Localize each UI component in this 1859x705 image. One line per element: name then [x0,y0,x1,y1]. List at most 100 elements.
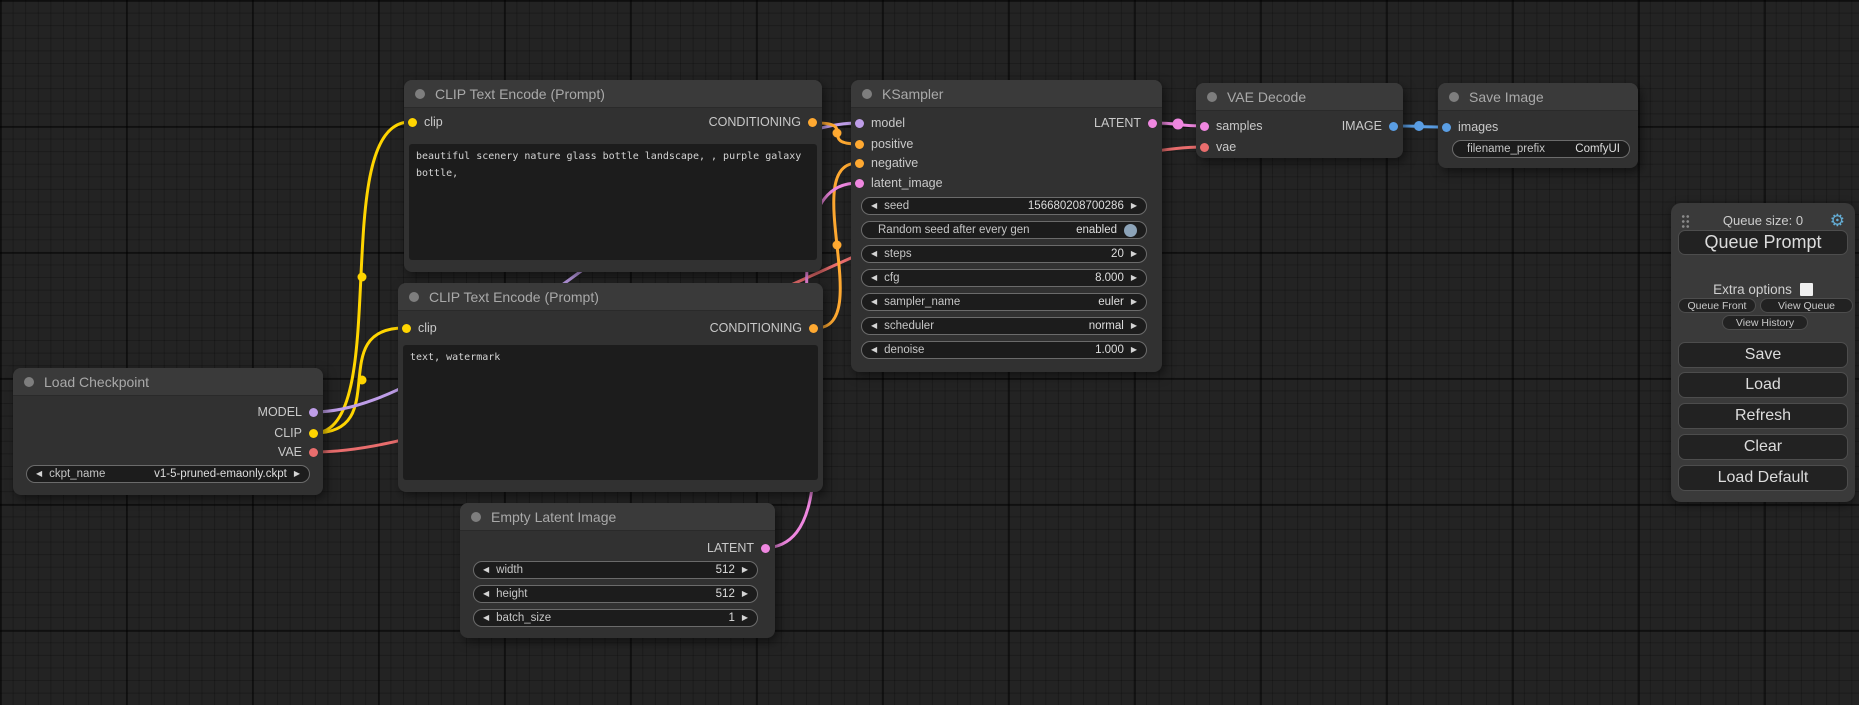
clip-slot-dot-icon[interactable] [408,118,417,127]
output-slot-vae[interactable]: VAE [278,443,318,461]
output-slot-conditioning[interactable]: CONDITIONING [709,113,817,131]
collapse-dot-icon[interactable] [409,292,419,302]
next-value-arrow-icon[interactable]: ▶ [742,614,748,622]
next-value-arrow-icon[interactable]: ▶ [1131,274,1137,282]
input-slot-samples[interactable]: samples [1200,117,1263,135]
prev-value-arrow-icon[interactable]: ◀ [871,202,877,210]
next-value-arrow-icon[interactable]: ▶ [1131,322,1137,330]
prev-value-arrow-icon[interactable]: ◀ [36,470,42,478]
node-graph-canvas[interactable]: Load Checkpoint MODEL CLIP VAE ◀ ckpt_na… [0,0,1859,705]
input-slot-clip[interactable]: clip [402,319,437,337]
extra-options-checkbox[interactable] [1800,283,1813,296]
node-ksampler[interactable]: KSampler model positive negative latent_… [851,80,1162,372]
collapse-dot-icon[interactable] [471,512,481,522]
input-slot-latent-image[interactable]: latent_image [855,174,943,192]
output-slot-conditioning[interactable]: CONDITIONING [710,319,818,337]
collapse-dot-icon[interactable] [1449,92,1459,102]
refresh-button[interactable]: Refresh [1678,403,1848,429]
view-queue-button[interactable]: View Queue [1760,298,1853,313]
settings-gear-icon[interactable]: ⚙ [1830,212,1845,229]
input-slot-positive[interactable]: positive [855,135,913,153]
batch-size-widget[interactable]: ◀ batch_size 1 ▶ [473,609,758,627]
next-value-arrow-icon[interactable]: ▶ [1131,202,1137,210]
next-value-arrow-icon[interactable]: ▶ [1131,298,1137,306]
denoise-widget[interactable]: ◀ denoise 1.000 ▶ [861,341,1147,359]
seed-widget[interactable]: ◀ seed 156680208700286 ▶ [861,197,1147,215]
width-widget[interactable]: ◀ width 512 ▶ [473,561,758,579]
clip-slot-dot-icon[interactable] [402,324,411,333]
node-header[interactable]: CLIP Text Encode (Prompt) [404,80,822,108]
conditioning-slot-dot-icon[interactable] [808,118,817,127]
input-slot-negative[interactable]: negative [855,154,918,172]
next-value-arrow-icon[interactable]: ▶ [742,590,748,598]
prev-value-arrow-icon[interactable]: ◀ [483,614,489,622]
collapse-dot-icon[interactable] [415,89,425,99]
output-slot-image[interactable]: IMAGE [1342,117,1398,135]
input-slot-model[interactable]: model [855,114,905,132]
collapse-dot-icon[interactable] [862,89,872,99]
link-dot[interactable] [833,129,842,138]
conditioning-slot-dot-icon[interactable] [809,324,818,333]
random-seed-toggle-widget[interactable]: Random seed after every gen enabled [861,221,1147,239]
vae-slot-dot-icon[interactable] [1200,143,1209,152]
latent-slot-dot-icon[interactable] [761,544,770,553]
steps-widget[interactable]: ◀ steps 20 ▶ [861,245,1147,263]
prev-value-arrow-icon[interactable]: ◀ [483,566,489,574]
link-dot[interactable] [358,376,367,385]
cfg-widget[interactable]: ◀ cfg 8.000 ▶ [861,269,1147,287]
prev-value-arrow-icon[interactable]: ◀ [871,346,877,354]
node-header[interactable]: Load Checkpoint [13,368,323,396]
next-value-arrow-icon[interactable]: ▶ [742,566,748,574]
sampler-name-widget[interactable]: ◀ sampler_name euler ▶ [861,293,1147,311]
prompt-textarea[interactable]: text, watermark [403,345,818,480]
output-slot-latent[interactable]: LATENT [707,539,770,557]
prev-value-arrow-icon[interactable]: ◀ [483,590,489,598]
model-slot-dot-icon[interactable] [309,408,318,417]
node-header[interactable]: VAE Decode [1196,83,1403,111]
node-clip-text-encode-positive[interactable]: CLIP Text Encode (Prompt) clip CONDITION… [404,80,822,272]
node-header[interactable]: Save Image [1438,83,1638,111]
collapse-dot-icon[interactable] [24,377,34,387]
queue-prompt-button[interactable]: Queue Prompt [1678,230,1848,255]
next-value-arrow-icon[interactable]: ▶ [294,470,300,478]
height-widget[interactable]: ◀ height 512 ▶ [473,585,758,603]
conditioning-slot-dot-icon[interactable] [855,140,864,149]
link-dot[interactable] [1173,119,1184,130]
output-slot-clip[interactable]: CLIP [274,424,318,442]
link-dot[interactable] [358,273,367,282]
queue-front-button[interactable]: Queue Front [1678,298,1756,313]
node-clip-text-encode-negative[interactable]: CLIP Text Encode (Prompt) clip CONDITION… [398,283,823,492]
toggle-knob-icon[interactable] [1124,224,1137,237]
latent-slot-dot-icon[interactable] [1148,119,1157,128]
node-vae-decode[interactable]: VAE Decode samples vae IMAGE [1196,83,1403,158]
load-button[interactable]: Load [1678,372,1848,398]
next-value-arrow-icon[interactable]: ▶ [1131,250,1137,258]
node-header[interactable]: KSampler [851,80,1162,108]
input-slot-images[interactable]: images [1442,118,1498,136]
model-slot-dot-icon[interactable] [855,119,864,128]
output-slot-latent[interactable]: LATENT [1094,114,1157,132]
prev-value-arrow-icon[interactable]: ◀ [871,298,877,306]
ckpt-name-widget[interactable]: ◀ ckpt_name v1-5-pruned-emaonly.ckpt ▶ [26,465,310,483]
node-load-checkpoint[interactable]: Load Checkpoint MODEL CLIP VAE ◀ ckpt_na… [13,368,323,495]
save-button[interactable]: Save [1678,342,1848,368]
prev-value-arrow-icon[interactable]: ◀ [871,322,877,330]
image-slot-dot-icon[interactable] [1389,122,1398,131]
clear-button[interactable]: Clear [1678,434,1848,460]
vae-slot-dot-icon[interactable] [309,448,318,457]
queue-panel[interactable]: Queue size: 0 ⚙ Queue Prompt Extra optio… [1671,203,1855,502]
node-header[interactable]: CLIP Text Encode (Prompt) [398,283,823,311]
prev-value-arrow-icon[interactable]: ◀ [871,250,877,258]
input-slot-vae[interactable]: vae [1200,138,1236,156]
node-empty-latent-image[interactable]: Empty Latent Image LATENT ◀ width 512 ▶ … [460,503,775,638]
view-history-button[interactable]: View History [1722,315,1808,330]
image-slot-dot-icon[interactable] [1442,123,1451,132]
input-slot-clip[interactable]: clip [408,113,443,131]
prev-value-arrow-icon[interactable]: ◀ [871,274,877,282]
link-dot[interactable] [1414,121,1424,131]
filename-prefix-widget[interactable]: filename_prefix ComfyUI [1452,140,1630,158]
output-slot-model[interactable]: MODEL [258,403,318,421]
conditioning-slot-dot-icon[interactable] [855,159,864,168]
next-value-arrow-icon[interactable]: ▶ [1131,346,1137,354]
prompt-textarea[interactable]: beautiful scenery nature glass bottle la… [409,144,817,260]
